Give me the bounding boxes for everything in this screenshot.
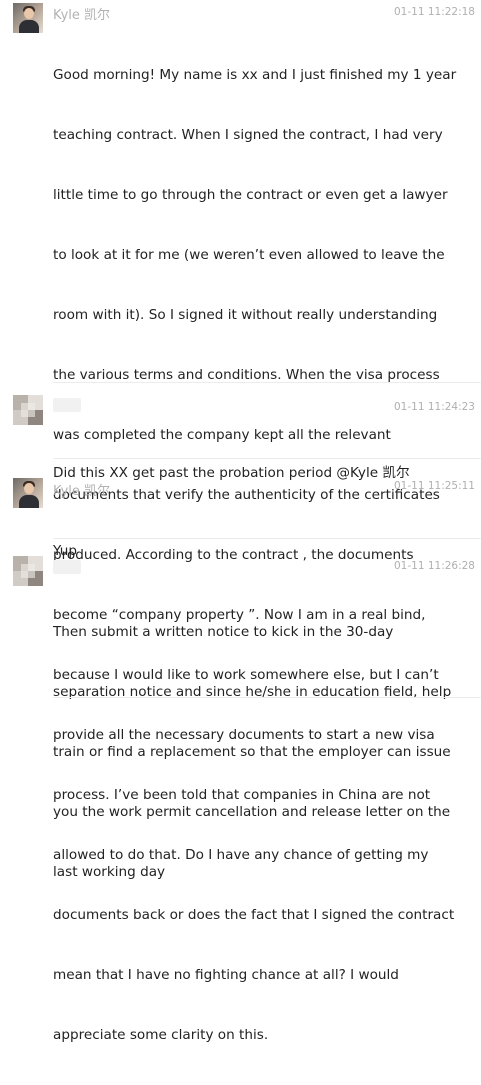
message-divider: [53, 458, 481, 459]
message-line: mean that I have no fighting chance at a…: [53, 967, 399, 983]
message-line: Yup: [53, 543, 77, 559]
message-timestamp: 01-11 11:26:28: [393, 560, 475, 572]
message-line: separation notice and since he/she in ed…: [53, 684, 452, 700]
message-timestamp: 01-11 11:24:23: [393, 401, 475, 413]
message-line: teaching contract. When I signed the con…: [53, 127, 443, 143]
message-line: you the work permit cancellation and rel…: [53, 804, 451, 820]
message-line: little time to go through the contract o…: [53, 187, 448, 203]
sender-name: [53, 398, 81, 412]
message-line: last working day: [53, 864, 166, 880]
message-line: Good morning! My name is xx and I just f…: [53, 67, 457, 83]
avatar[interactable]: [13, 478, 43, 508]
sender-name: Kyle 凯尔: [53, 484, 111, 499]
message-line: Then submit a written notice to kick in …: [53, 624, 394, 640]
sender-name: Kyle 凯尔: [53, 8, 111, 23]
message-line: to look at it for me (we weren’t even al…: [53, 247, 445, 263]
message-line: room with it). So I signed it without re…: [53, 307, 438, 323]
avatar[interactable]: [13, 3, 43, 33]
message-text: Then submit a written notice to kick in …: [53, 582, 477, 922]
avatar[interactable]: [13, 395, 43, 425]
sender-name: [53, 560, 81, 574]
message-divider: [53, 538, 481, 539]
message-timestamp: 01-11 11:25:11: [393, 480, 475, 492]
message-divider: [53, 697, 481, 698]
message-divider: [53, 382, 481, 383]
avatar[interactable]: [13, 556, 43, 586]
message-line: train or find a replacement so that the …: [53, 744, 451, 760]
message-timestamp: 01-11 11:22:18: [393, 6, 475, 18]
message-line: appreciate some clarity on this.: [53, 1027, 269, 1043]
